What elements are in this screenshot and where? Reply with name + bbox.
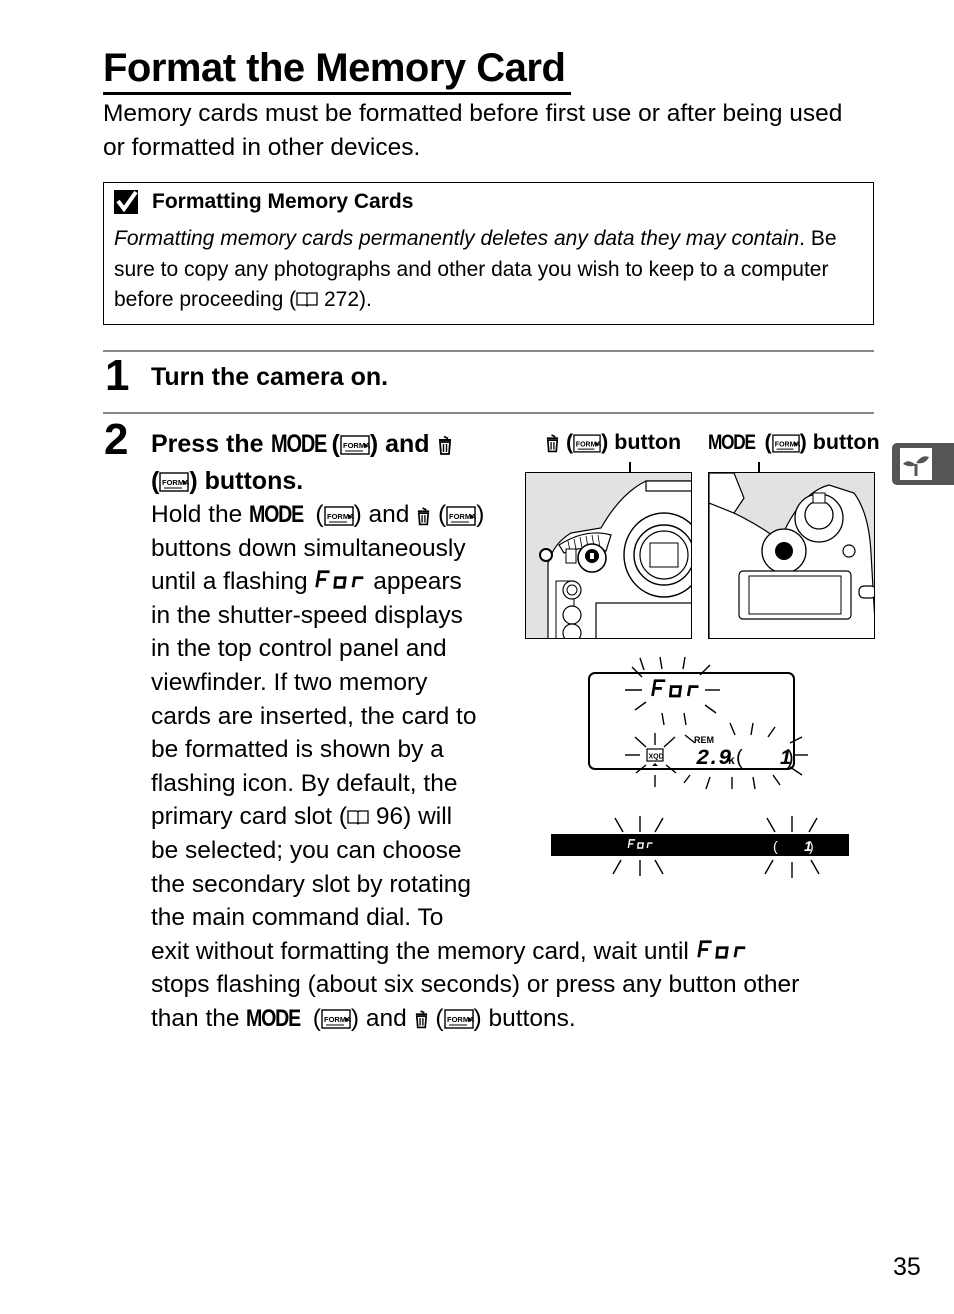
format-icon	[324, 506, 354, 526]
step-body: Hold the MODE ( ) and () buttons down sim…	[151, 498, 800, 1036]
paren: (	[565, 430, 574, 454]
body-line: cards are inserted, the card to	[151, 702, 477, 730]
format-icon	[159, 472, 189, 492]
paren: (	[151, 467, 160, 495]
bracket-close: )	[787, 747, 794, 769]
text: ) will	[403, 803, 453, 831]
book-reference-icon	[296, 291, 318, 307]
note-body: Formatting memory cards permanently dele…	[114, 224, 869, 316]
text: (	[435, 1004, 444, 1032]
divider	[103, 350, 874, 352]
page-reference-link[interactable]: 96	[376, 803, 403, 830]
body-line: Hold the MODE ( ) and ()	[151, 498, 521, 532]
step-heading: Press the MODE() and () buttons.	[151, 426, 453, 500]
text: exit without formatting the memory card,…	[151, 937, 689, 965]
for-segment-display-icon	[314, 570, 366, 589]
text: (	[438, 501, 447, 528]
book-reference-icon	[347, 809, 369, 825]
text: )	[476, 501, 485, 528]
format-icon	[321, 1009, 351, 1029]
mode-button-caption: MODE ( ) button	[708, 430, 880, 455]
paren: (	[331, 430, 340, 458]
trash-icon	[416, 506, 431, 526]
text: until a flashing	[151, 568, 308, 596]
format-icon	[340, 435, 370, 455]
page-title: Format the Memory Card	[103, 46, 566, 90]
heading-text: Press the	[151, 430, 264, 458]
text: appears	[373, 568, 462, 596]
body-line: the secondary slot by rotating	[151, 870, 472, 898]
intro-paragraph: Memory cards must be formatted before fi…	[103, 100, 843, 161]
text: ) and	[353, 501, 410, 528]
mode-button-label: MODE	[270, 430, 327, 458]
body-line: until a flashing appears	[151, 565, 521, 599]
caption-text: ) button	[601, 430, 682, 454]
body-line: than the MODE ( ) and ( ) buttons.	[151, 1002, 576, 1036]
body-line: viewfinder. If two memory	[151, 668, 428, 696]
text: (	[315, 501, 324, 528]
step-number: 1	[105, 351, 130, 400]
for-segment-display-icon	[696, 940, 748, 959]
note-heading: Formatting Memory Cards	[114, 190, 413, 214]
camera-top-drawing	[709, 473, 874, 638]
text: (	[312, 1004, 321, 1032]
page-reference-link[interactable]: 272	[324, 288, 359, 311]
viewfinder-drawing: ( 1 )	[551, 816, 849, 878]
body-line: stops flashing (about six seconds) or pr…	[151, 971, 800, 999]
body-line: be selected; you can choose	[151, 836, 462, 864]
trash-icon	[545, 433, 560, 453]
body-line: in the shutter-speed displays	[151, 601, 463, 629]
body-line: buttons down simultaneously	[151, 534, 466, 562]
camera-top-illustration	[708, 472, 875, 639]
mode-button-label: MODE	[708, 430, 756, 454]
camera-rear-drawing	[539, 480, 691, 638]
caption-text: ) button	[799, 430, 880, 454]
mode-button-label: MODE	[249, 501, 304, 528]
checkmark-icon	[114, 190, 138, 214]
note-warning-italic: Formatting memory cards permanently dele…	[114, 227, 800, 250]
title-underline	[103, 92, 571, 95]
rem-label: REM	[694, 735, 714, 745]
body-line: in the top control panel and	[151, 635, 447, 663]
delete-button-caption: ( ) button	[545, 430, 681, 455]
text: primary card slot (	[151, 803, 348, 831]
body-line: the main command dial. To	[151, 904, 444, 932]
body-line: be formatted is shown by a	[151, 736, 444, 764]
format-icon	[446, 506, 476, 526]
note-heading-text: Formatting Memory Cards	[152, 190, 414, 213]
vf-bracket-open: (	[773, 838, 778, 854]
bracket-open: (	[736, 747, 743, 769]
sprout-icon	[900, 448, 932, 480]
vf-bracket-close: )	[809, 838, 814, 854]
heading-text: ) buttons.	[189, 467, 304, 495]
mode-button-label: MODE	[246, 1004, 301, 1032]
body-line: primary card slot ( 96) will	[151, 800, 521, 834]
step-number: 2	[104, 415, 129, 464]
trash-icon	[437, 434, 453, 456]
camera-rear-illustration	[525, 472, 692, 639]
format-icon	[444, 1009, 474, 1029]
text: ) buttons.	[473, 1004, 576, 1032]
heading-text: ) and	[369, 430, 430, 458]
control-panel-drawing: XQD REM 2.9 k ( 1 )	[588, 656, 808, 790]
body-line: flashing icon. By default, the	[151, 769, 458, 797]
sprout-icon-svg	[903, 456, 929, 476]
text: than the	[151, 1004, 240, 1032]
text: Hold the	[151, 501, 243, 528]
card-icon-label: XQD	[649, 754, 664, 761]
viewfinder-display-figure: ( 1 )	[545, 810, 855, 890]
divider	[103, 412, 874, 414]
remaining-unit: k	[728, 753, 735, 767]
control-panel-display-figure: XQD REM 2.9 k ( 1 )	[580, 655, 810, 795]
format-icon	[772, 434, 800, 453]
remaining-exposures: 2.9	[696, 746, 731, 771]
paren: (	[764, 430, 772, 454]
text: ) and	[350, 1004, 407, 1032]
step-heading: Turn the camera on.	[151, 363, 389, 391]
note-close-text: ).	[359, 288, 372, 311]
format-icon	[573, 434, 601, 453]
page-number: 35	[893, 1253, 921, 1281]
body-line: exit without formatting the memory card,…	[151, 935, 521, 969]
trash-icon	[414, 1009, 429, 1029]
